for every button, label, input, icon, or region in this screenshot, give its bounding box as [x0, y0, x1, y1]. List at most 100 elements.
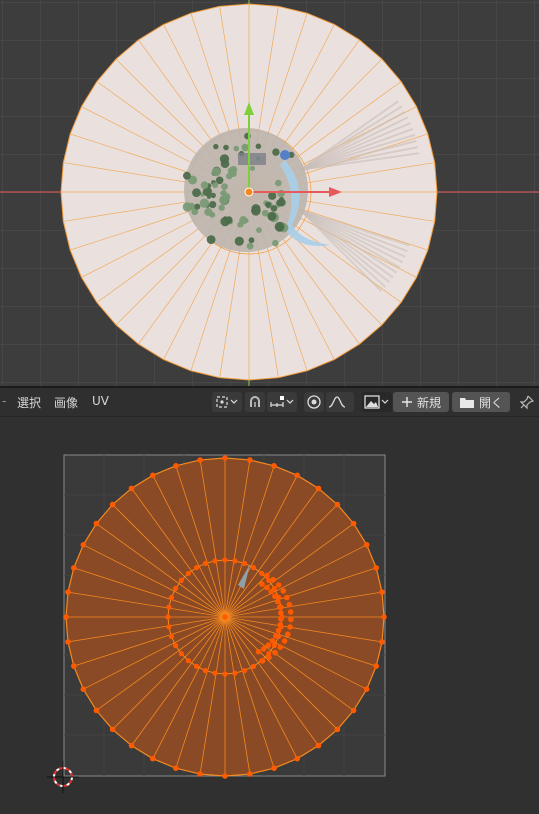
foliage-leaf	[220, 159, 230, 168]
foliage-leaf	[265, 201, 272, 208]
open-image-label: 開く	[478, 395, 503, 410]
menu-image[interactable]: 画像	[54, 394, 78, 411]
new-image-button[interactable]: 新規	[393, 392, 449, 412]
uv-editor-canvas[interactable]	[0, 417, 539, 814]
snap-mode-dropdown[interactable]	[267, 392, 297, 412]
foliage-leaf	[209, 211, 216, 218]
viewport-canvas[interactable]	[0, 0, 539, 386]
uv-vertex	[278, 624, 284, 630]
uv-vertex	[166, 624, 172, 630]
foliage-leaf	[199, 198, 210, 208]
uv-vertex	[276, 633, 282, 640]
flower-cluster	[280, 150, 290, 160]
foliage-leaf	[244, 218, 249, 223]
pivot-point-dropdown[interactable]	[212, 392, 242, 412]
foliage-leaf	[272, 239, 279, 247]
foliage-leaf	[211, 167, 221, 177]
uv-vertex	[222, 671, 228, 677]
snap-icon	[250, 396, 260, 407]
uv-vertex	[315, 742, 322, 749]
bench-object	[238, 153, 266, 165]
foliage-leaf	[182, 202, 193, 212]
foliage-leaf	[233, 145, 240, 152]
uv-vertex	[202, 560, 209, 566]
uv-vertex	[197, 771, 203, 777]
image-browse-dropdown[interactable]	[362, 392, 392, 412]
uv-vertex	[255, 648, 262, 655]
uv-vertex	[150, 755, 156, 762]
uv-vertex	[197, 457, 203, 463]
foliage-leaf	[206, 235, 216, 245]
uv-vertex	[363, 686, 370, 692]
uv-vertex	[212, 558, 218, 564]
foliage-leaf	[183, 171, 191, 180]
foliage-leaf	[215, 176, 224, 185]
foliage-leaf	[278, 197, 285, 203]
foliage-leaf	[194, 203, 201, 210]
folder-icon	[459, 398, 474, 408]
uv-vertex	[128, 742, 135, 749]
uv-vertex	[109, 726, 116, 733]
uv-vertex	[272, 649, 278, 656]
gizmo-origin[interactable]	[244, 187, 254, 197]
uv-vertex	[80, 542, 87, 548]
uv-vertex	[65, 639, 71, 645]
uv-vertex	[165, 614, 171, 620]
uv-vertex	[178, 577, 184, 583]
uv-vertex	[264, 572, 270, 579]
uv-vertex	[241, 560, 248, 566]
header-overflow-marker: -	[2, 394, 7, 408]
uv-vertex	[232, 558, 238, 564]
proportional-edit-toggle[interactable]	[304, 392, 324, 412]
uv-canvas[interactable]	[0, 417, 539, 814]
pin-toggle[interactable]	[517, 392, 537, 412]
uv-vertex	[373, 565, 380, 571]
uv-vertex	[334, 726, 341, 733]
pivot-icon	[216, 396, 238, 408]
uv-vertex	[294, 472, 301, 479]
uv-vertex	[334, 501, 341, 508]
uv-vertex	[363, 542, 370, 548]
uv-vertex	[93, 707, 100, 714]
proportional-falloff-dropdown[interactable]	[326, 392, 354, 412]
uv-vertex	[287, 609, 294, 615]
uv-vertex	[166, 604, 172, 610]
uv-vertex	[284, 594, 290, 601]
uv-vertex	[212, 670, 218, 676]
menu-select[interactable]: 選択	[17, 394, 41, 411]
menu-uv[interactable]: UV	[92, 394, 109, 408]
uv-vertex	[269, 638, 276, 644]
uv-vertex	[381, 614, 387, 620]
new-image-label: 新規	[416, 395, 441, 410]
foliage-leaf	[192, 188, 201, 198]
open-image-button[interactable]: 開く	[452, 392, 510, 412]
uv-vertex	[168, 594, 174, 601]
uv-vertex	[222, 557, 228, 563]
uv-editor-header: - 選択 画像 UV 新規 開く	[0, 388, 539, 417]
uv-vertex	[193, 663, 200, 669]
uv-vertex	[276, 594, 282, 601]
uv-vertex	[173, 765, 179, 771]
uv-vertex	[173, 585, 179, 592]
foliage-leaf	[270, 205, 278, 212]
foliage-leaf	[213, 143, 219, 150]
uv-vertex	[373, 663, 380, 669]
uv-vertex	[265, 642, 272, 648]
foliage-leaf	[223, 144, 229, 151]
uv-vertex	[259, 658, 265, 664]
uv-vertex	[266, 651, 272, 657]
foliage-leaf	[255, 143, 262, 150]
uv-vertex	[168, 633, 174, 640]
foliage-leaf	[274, 221, 285, 232]
snap-toggle[interactable]	[245, 392, 265, 412]
foliage-leaf	[227, 166, 236, 175]
uv-vertex	[379, 639, 385, 645]
uv-vertex	[247, 457, 253, 463]
uv-vertex	[285, 631, 291, 637]
uv-vertex	[271, 765, 277, 771]
uv-vertex	[185, 658, 191, 664]
foliage-leaf	[222, 193, 231, 201]
foliage-leaf	[225, 216, 233, 224]
uv-vertex	[232, 670, 238, 676]
3d-viewport[interactable]	[0, 0, 539, 386]
